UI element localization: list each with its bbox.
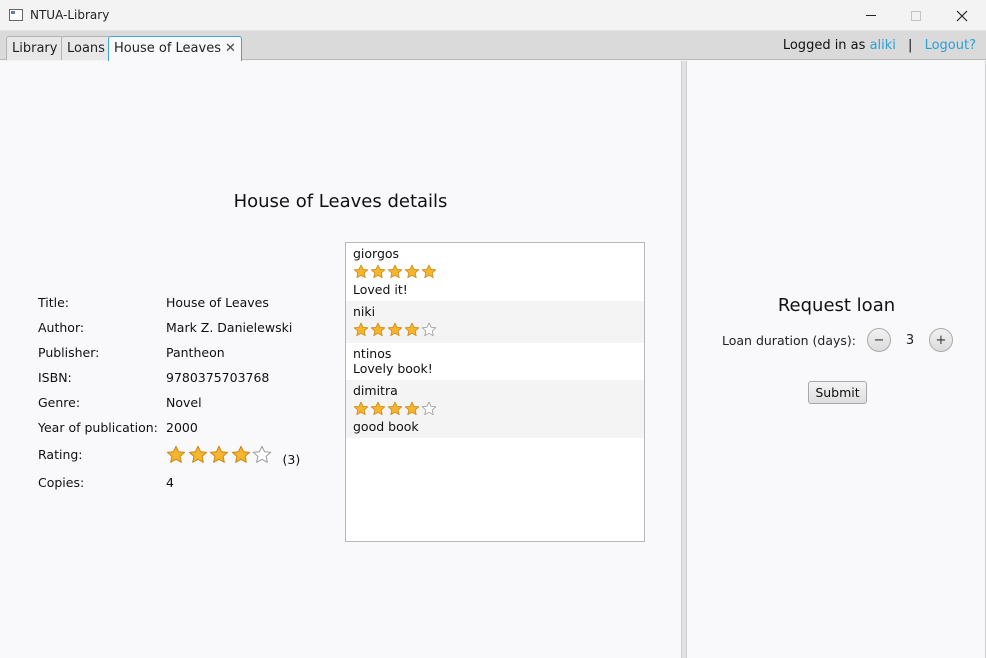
tab-loans[interactable]: Loans [61, 36, 111, 60]
review-item[interactable]: giorgos Loved it! [346, 243, 644, 301]
window-title-bar: NTUA-Library [0, 0, 986, 31]
username-link[interactable]: aliki [870, 38, 896, 53]
tab-label: House of Leaves [114, 41, 221, 56]
review-item[interactable]: niki [346, 301, 644, 343]
login-separator: | [908, 38, 913, 53]
detail-value: 4 [166, 475, 174, 490]
close-window-button[interactable] [939, 0, 985, 31]
login-info: Logged in as aliki | Logout? [783, 38, 976, 53]
detail-value: House of Leaves [166, 295, 269, 310]
star-filled-icon [353, 264, 369, 279]
star-filled-icon [404, 264, 420, 279]
star-filled-icon [231, 445, 250, 463]
minimize-button[interactable] [848, 0, 894, 31]
minus-icon: − [873, 332, 885, 348]
tab-close-icon[interactable]: ✕ [225, 41, 236, 56]
increment-button[interactable]: + [929, 328, 953, 352]
submit-button[interactable]: Submit [808, 381, 867, 404]
minimize-icon [866, 15, 876, 16]
review-item[interactable]: dimitra good book [346, 380, 644, 438]
star-filled-icon [387, 264, 403, 279]
plus-icon: + [935, 332, 947, 348]
maximize-icon [911, 10, 921, 21]
star-filled-icon [188, 445, 207, 463]
tab-library[interactable]: Library [6, 36, 64, 60]
detail-label: Author: [38, 320, 85, 335]
loan-duration-label: Loan duration (days): [722, 332, 856, 348]
tab-label: Library [12, 41, 58, 56]
detail-value: Novel [166, 395, 202, 410]
detail-label: Year of publication: [38, 420, 158, 435]
star-filled-icon [404, 401, 420, 416]
star-filled-icon [421, 264, 437, 279]
review-user: ntinos [353, 346, 392, 361]
review-user: dimitra [353, 383, 398, 398]
star-filled-icon [387, 401, 403, 416]
detail-label: Copies: [38, 475, 85, 490]
star-filled-icon [404, 322, 420, 337]
loan-request-pane: Request loan Loan duration (days): − 3 +… [687, 61, 986, 658]
decrement-button[interactable]: − [867, 328, 891, 352]
page-title: House of Leaves details [233, 191, 448, 212]
request-loan-title: Request loan [777, 295, 896, 316]
window-title: NTUA-Library [30, 8, 110, 22]
tab-label: Loans [67, 41, 105, 56]
logout-link[interactable]: Logout? [925, 38, 976, 53]
star-empty-icon [252, 445, 272, 463]
star-filled-icon [370, 264, 386, 279]
detail-label: Publisher: [38, 345, 100, 360]
star-filled-icon [370, 322, 386, 337]
star-filled-icon [353, 401, 369, 416]
review-stars [353, 262, 438, 281]
star-empty-icon [421, 401, 437, 416]
tab-house-of-leaves[interactable]: House of Leaves ✕ [108, 36, 242, 61]
star-empty-icon [421, 322, 437, 337]
detail-value: 9780375703768 [166, 370, 270, 385]
close-icon [956, 10, 968, 21]
review-comment: good book [353, 419, 419, 434]
rating-stars [166, 445, 274, 464]
login-prefix: Logged in as [782, 38, 866, 53]
star-filled-icon [353, 322, 369, 337]
review-stars [353, 320, 438, 339]
star-filled-icon [166, 445, 186, 463]
star-filled-icon [387, 322, 403, 337]
rating-value: (3) [166, 445, 300, 467]
app-icon [9, 9, 23, 21]
review-comment: Loved it! [353, 282, 408, 297]
reviews-list[interactable]: giorgos Loved it! niki ntinos Lovely boo… [345, 242, 645, 542]
detail-label: Genre: [38, 395, 81, 410]
tab-bar: Library Loans House of Leaves ✕ Logged in… [0, 31, 986, 61]
review-comment: Lovely book! [353, 361, 433, 376]
detail-label: ISBN: [38, 370, 72, 385]
detail-label: Rating: [38, 447, 83, 462]
loan-duration-row: Loan duration (days): − 3 + [722, 328, 953, 352]
review-user: niki [353, 304, 376, 319]
star-filled-icon [209, 445, 229, 463]
detail-label: Title: [38, 295, 69, 310]
review-user: giorgos [353, 246, 400, 261]
review-stars [353, 399, 438, 418]
star-filled-icon [370, 401, 386, 416]
detail-value: 2000 [166, 420, 198, 435]
book-details-pane: House of Leaves details Title: House of … [0, 61, 681, 658]
detail-value: Mark Z. Danielewski [166, 320, 293, 335]
loan-duration-value: 3 [905, 332, 915, 348]
review-item[interactable]: ntinos Lovely book! [346, 343, 644, 380]
rating-count: (3) [282, 452, 301, 467]
detail-value: Pantheon [166, 345, 225, 360]
maximize-button[interactable] [893, 0, 939, 31]
